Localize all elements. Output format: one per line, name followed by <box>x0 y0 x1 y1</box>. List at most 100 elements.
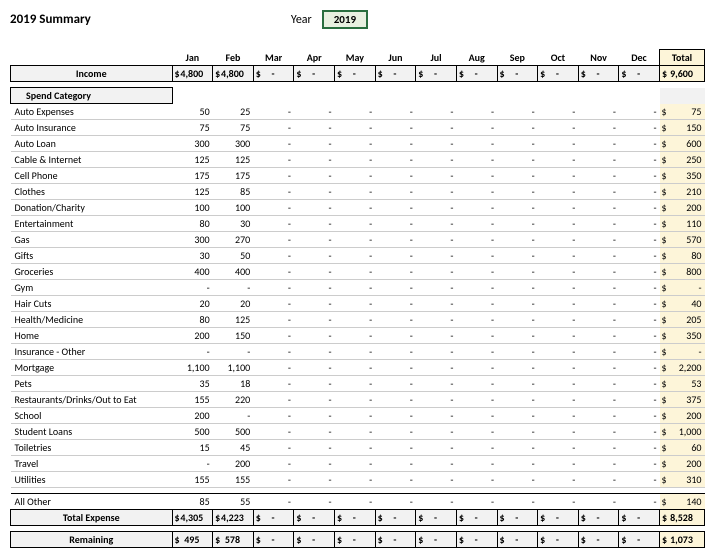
category-value: 100 <box>213 200 254 216</box>
category-label: Entertainment <box>11 216 173 232</box>
category-value: - <box>578 104 619 120</box>
category-value: - <box>294 200 335 216</box>
category-value: - <box>538 424 579 440</box>
category-total: $80 <box>660 248 705 264</box>
category-row: Groceries400400----------$800 <box>11 264 705 280</box>
category-value: - <box>497 232 538 248</box>
category-value: - <box>538 184 579 200</box>
category-value: - <box>456 440 497 456</box>
category-value: - <box>538 408 579 424</box>
category-value: - <box>497 360 538 376</box>
category-total: $570 <box>660 232 705 248</box>
category-total: $40 <box>660 296 705 312</box>
total-col: Total <box>660 50 705 66</box>
category-value: - <box>578 440 619 456</box>
category-total: $75 <box>660 104 705 120</box>
category-value: 400 <box>213 264 254 280</box>
header: 2019 Summary Year 2019 <box>10 10 705 29</box>
category-value: - <box>416 264 457 280</box>
category-value: - <box>375 200 416 216</box>
category-value: - <box>538 200 579 216</box>
category-value: 200 <box>213 456 254 472</box>
category-value: 1,100 <box>213 360 254 376</box>
category-value: - <box>213 344 254 360</box>
category-label: Donation/Charity <box>11 200 173 216</box>
category-value: - <box>253 104 294 120</box>
category-value: - <box>375 408 416 424</box>
category-value: - <box>335 360 376 376</box>
month-col: Jul <box>416 50 457 66</box>
category-total: $110 <box>660 216 705 232</box>
category-value: - <box>619 376 660 392</box>
category-value: - <box>456 392 497 408</box>
category-value: - <box>578 200 619 216</box>
category-value: - <box>456 280 497 296</box>
category-value: - <box>578 312 619 328</box>
category-value: 155 <box>172 392 213 408</box>
category-value: - <box>497 120 538 136</box>
category-value: - <box>538 472 579 488</box>
category-value: 500 <box>213 424 254 440</box>
category-value: - <box>335 232 376 248</box>
category-label: Insurance - Other <box>11 344 173 360</box>
category-value: 30 <box>213 216 254 232</box>
category-value: - <box>619 264 660 280</box>
category-value: - <box>375 296 416 312</box>
category-value: - <box>619 296 660 312</box>
category-value: - <box>375 344 416 360</box>
year-input[interactable]: 2019 <box>322 10 368 29</box>
category-value: - <box>253 136 294 152</box>
category-value: - <box>456 360 497 376</box>
category-value: - <box>294 424 335 440</box>
category-label: Gifts <box>11 248 173 264</box>
category-value: - <box>497 216 538 232</box>
category-value: - <box>294 104 335 120</box>
category-total: $600 <box>660 136 705 152</box>
category-value: - <box>375 280 416 296</box>
category-label: Home <box>11 328 173 344</box>
category-row: Entertainment8030----------$110 <box>11 216 705 232</box>
month-col: May <box>335 50 376 66</box>
category-row: Auto Insurance7575----------$150 <box>11 120 705 136</box>
category-value: - <box>416 376 457 392</box>
category-value: - <box>172 280 213 296</box>
category-value: - <box>375 248 416 264</box>
category-value: - <box>578 248 619 264</box>
category-value: - <box>578 216 619 232</box>
category-value: - <box>497 456 538 472</box>
category-value: 15 <box>172 440 213 456</box>
category-value: 125 <box>172 184 213 200</box>
category-value: - <box>335 248 376 264</box>
category-value: - <box>497 200 538 216</box>
category-total: $800 <box>660 264 705 280</box>
category-value: - <box>538 360 579 376</box>
category-value: - <box>538 168 579 184</box>
category-value: - <box>335 152 376 168</box>
category-total: $200 <box>660 200 705 216</box>
category-row: Toiletries1545----------$60 <box>11 440 705 456</box>
category-value: - <box>538 376 579 392</box>
category-value: - <box>213 280 254 296</box>
category-label: Mortgage <box>11 360 173 376</box>
category-value: - <box>456 344 497 360</box>
category-label: Cable & Internet <box>11 152 173 168</box>
category-value: 300 <box>172 232 213 248</box>
month-col: Jun <box>375 50 416 66</box>
category-value: - <box>294 408 335 424</box>
category-total: $2,200 <box>660 360 705 376</box>
category-value: - <box>335 440 376 456</box>
category-value: - <box>253 424 294 440</box>
category-row: Mortgage1,1001,100----------$2,200 <box>11 360 705 376</box>
category-value: - <box>416 184 457 200</box>
category-value: - <box>619 136 660 152</box>
category-value: - <box>335 472 376 488</box>
income-row: Income $4,800 $4,800 $- $- $- $- $- $- $… <box>11 66 705 82</box>
year-label: Year <box>291 13 312 27</box>
category-value: - <box>619 312 660 328</box>
category-value: - <box>416 120 457 136</box>
category-value: - <box>375 456 416 472</box>
category-total: $200 <box>660 456 705 472</box>
category-label: Health/Medicine <box>11 312 173 328</box>
category-value: - <box>538 136 579 152</box>
category-value: 100 <box>172 200 213 216</box>
